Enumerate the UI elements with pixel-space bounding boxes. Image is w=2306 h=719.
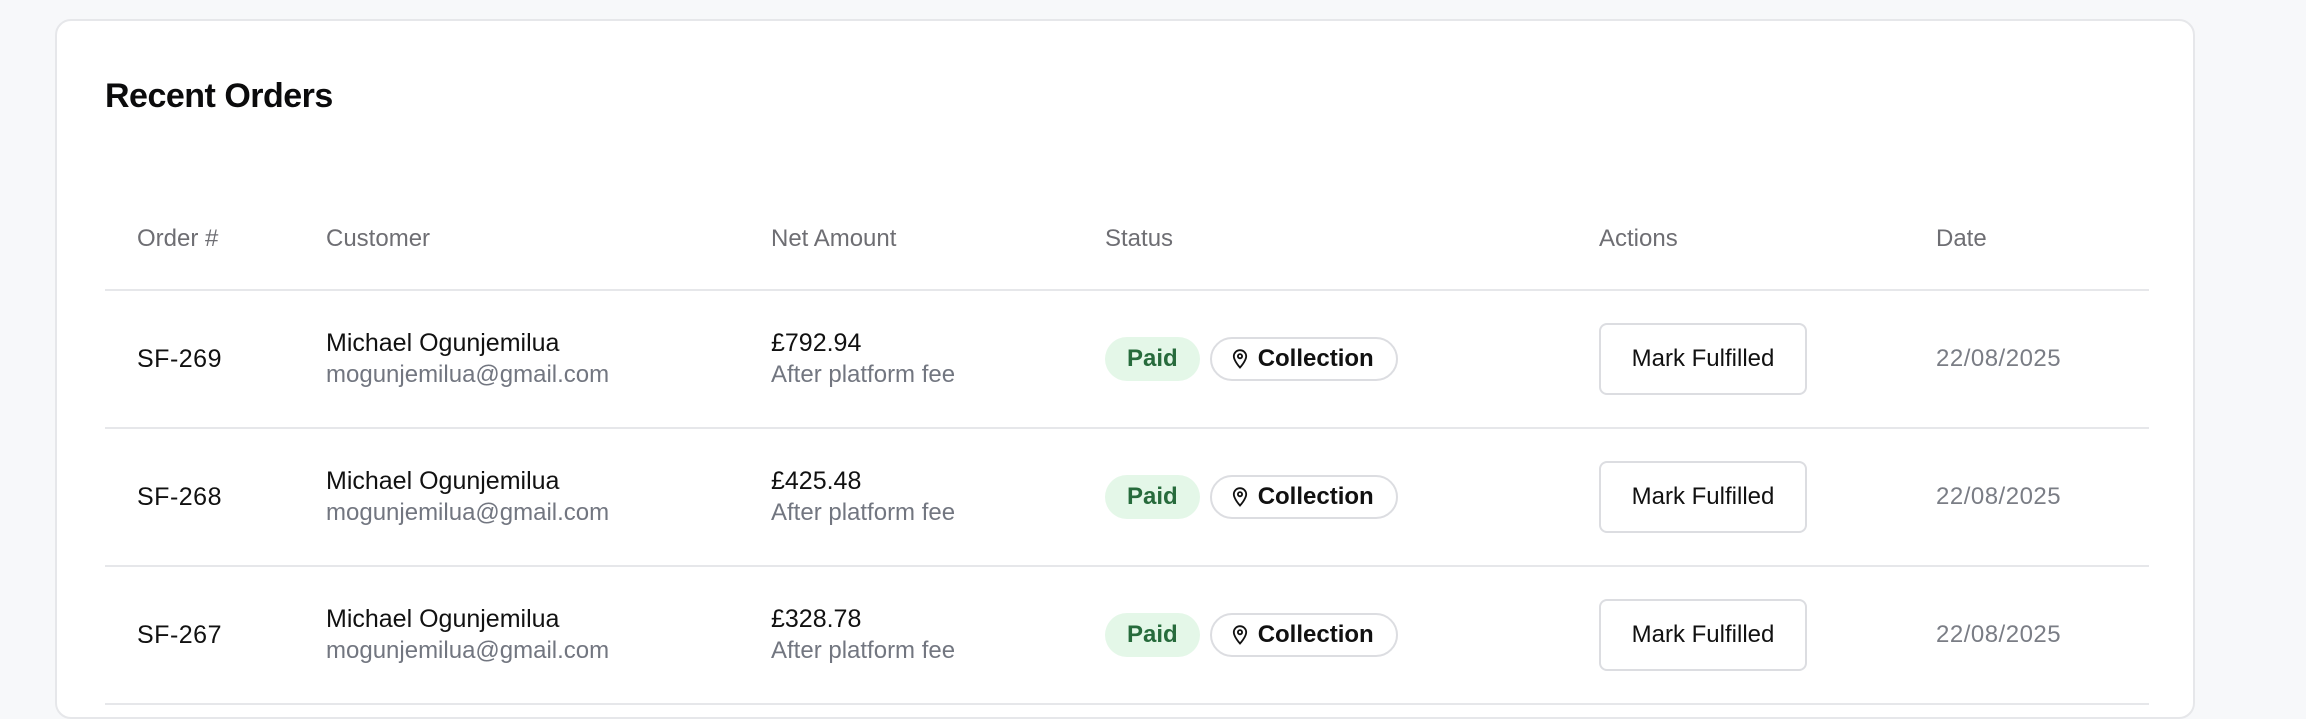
- customer-name: Michael Ogunjemilua: [326, 467, 560, 495]
- order-date: 22/08/2025: [1936, 483, 2062, 510]
- paid-status-badge: Paid: [1105, 337, 1200, 381]
- order-date: 22/08/2025: [1936, 345, 2062, 372]
- net-amount: £792.94: [771, 329, 862, 357]
- net-amount-note: After platform fee: [771, 499, 956, 526]
- net-amount-note: After platform fee: [771, 637, 956, 664]
- collection-badge: Collection: [1209, 613, 1398, 657]
- map-pin-icon: [1232, 349, 1247, 369]
- orders-table: Order # Customer Net Amount Status Actio…: [105, 189, 2149, 705]
- customer-email: mogunjemilua@gmail.com: [326, 637, 610, 664]
- paid-status-badge: Paid: [1105, 475, 1200, 519]
- table-row: SF-268 Michael Ogunjemilua mogunjemilua@…: [105, 429, 2149, 567]
- order-id: SF-268: [137, 482, 222, 511]
- order-id: SF-269: [137, 344, 222, 373]
- header-order: Order #: [137, 225, 219, 252]
- header-actions: Actions: [1599, 225, 1678, 252]
- recent-orders-card: Recent Orders Order # Customer Net Amoun…: [55, 19, 2195, 719]
- order-date: 22/08/2025: [1936, 621, 2062, 648]
- mark-fulfilled-button[interactable]: Mark Fulfilled: [1599, 461, 1807, 533]
- net-amount: £425.48: [771, 467, 862, 495]
- order-id: SF-267: [137, 620, 222, 649]
- collection-badge: Collection: [1209, 475, 1398, 519]
- table-header-row: Order # Customer Net Amount Status Actio…: [105, 189, 2149, 291]
- collection-label: Collection: [1257, 345, 1374, 372]
- customer-email: mogunjemilua@gmail.com: [326, 499, 610, 526]
- map-pin-icon: [1232, 625, 1247, 645]
- customer-name: Michael Ogunjemilua: [326, 605, 560, 633]
- map-pin-icon: [1232, 487, 1247, 507]
- header-net-amount: Net Amount: [771, 225, 897, 252]
- paid-status-badge: Paid: [1105, 613, 1200, 657]
- table-row: SF-269 Michael Ogunjemilua mogunjemilua@…: [105, 291, 2149, 429]
- collection-badge: Collection: [1209, 337, 1398, 381]
- mark-fulfilled-button[interactable]: Mark Fulfilled: [1599, 323, 1807, 395]
- header-status: Status: [1105, 225, 1174, 252]
- table-row: SF-267 Michael Ogunjemilua mogunjemilua@…: [105, 567, 2149, 705]
- header-customer: Customer: [326, 225, 431, 252]
- net-amount-note: After platform fee: [771, 361, 956, 388]
- collection-label: Collection: [1257, 621, 1374, 648]
- page-title: Recent Orders: [105, 77, 333, 115]
- customer-name: Michael Ogunjemilua: [326, 329, 560, 357]
- header-date: Date: [1936, 225, 1987, 252]
- collection-label: Collection: [1257, 483, 1374, 510]
- customer-email: mogunjemilua@gmail.com: [326, 361, 610, 388]
- net-amount: £328.78: [771, 605, 862, 633]
- mark-fulfilled-button[interactable]: Mark Fulfilled: [1599, 599, 1807, 671]
